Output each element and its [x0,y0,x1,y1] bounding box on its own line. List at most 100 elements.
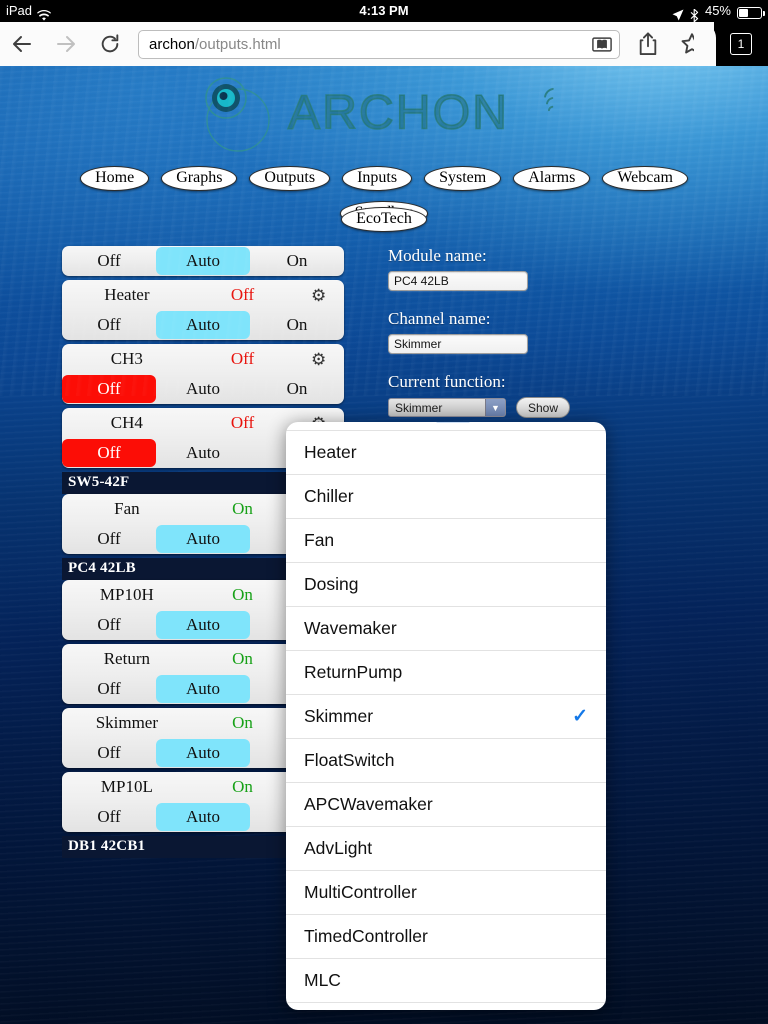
nav-item-alarms[interactable]: Alarms [513,166,591,191]
nav-item-webcam[interactable]: Webcam [602,166,688,191]
back-arrow-icon[interactable] [0,22,44,66]
mode-auto-button[interactable]: Auto [156,803,250,831]
output-state: On [232,499,253,518]
forward-arrow-icon[interactable] [44,22,88,66]
mode-on-button[interactable]: On [250,375,344,403]
secondary-navigation: EcoTech [0,207,768,232]
function-option-wavemaker[interactable]: Wavemaker [286,606,606,650]
output-state: On [232,777,253,796]
output-card-heater: Heater Off ⚙ Off Auto On [62,280,344,340]
output-name: CH4 [110,413,143,432]
output-state: On [232,649,253,668]
function-option-timedcontroller[interactable]: TimedController [286,914,606,958]
output-name: Skimmer [95,713,159,732]
option-label: APCWavemaker [304,794,433,814]
function-option-advlight[interactable]: AdvLight [286,826,606,870]
option-label: Skimmer [304,706,374,726]
location-arrow-icon [672,6,684,21]
reader-view-icon[interactable] [591,34,613,54]
current-function-select[interactable]: Skimmer ▼ [388,398,506,417]
mode-off-button[interactable]: Off [62,739,156,767]
output-name: MP10L [100,777,153,796]
url-input[interactable]: archon/outputs.html [138,29,620,59]
mode-auto-button[interactable]: Auto [156,375,250,403]
option-label: Heater [304,442,357,462]
module-name-input[interactable]: PC4 42LB [388,271,528,291]
gear-icon[interactable]: ⚙ [293,351,344,368]
function-option-skimmer[interactable]: Skimmer ✓ [286,694,606,738]
function-option-heater[interactable]: Heater [286,430,606,474]
option-label: Dosing [304,574,359,594]
mode-auto-button[interactable]: Auto [156,611,250,639]
show-button[interactable]: Show [516,397,571,418]
module-name-label: Module name: [388,246,487,265]
popover-bottom-spacer [286,1002,606,1010]
mode-off-button[interactable]: Off [62,803,156,831]
function-option-mlc[interactable]: MLC [286,958,606,1002]
nav-item-system[interactable]: System [424,166,502,191]
output-header-ch3: CH3 Off ⚙ [62,344,344,374]
checkmark-icon: ✓ [572,706,588,727]
mode-off-button[interactable]: Off [62,311,156,339]
mode-off-button[interactable]: Off [62,525,156,553]
output-name: Return [103,649,150,668]
option-label: MultiController [304,882,417,902]
channel-name-input[interactable]: Skimmer [388,334,528,354]
option-label: MLC [304,970,341,990]
archon-mark-icon [192,76,280,154]
reload-icon[interactable] [88,22,132,66]
output-name: CH3 [110,349,143,368]
mode-auto-button[interactable]: Auto [156,739,250,767]
gear-icon[interactable]: ⚙ [293,287,344,304]
output-name: Fan [114,499,140,518]
function-option-multicontroller[interactable]: MultiController [286,870,606,914]
option-label: Chiller [304,486,354,506]
archon-wordmark: ARCHON ARCHON [286,83,576,147]
function-option-floatswitch[interactable]: FloatSwitch [286,738,606,782]
nav-item-inputs[interactable]: Inputs [342,166,413,191]
option-label: Wavemaker [304,618,397,638]
option-label: Fan [304,530,335,550]
channel-settings-form: Module name: PC4 42LB Channel name: Skim… [388,246,688,418]
nav-item-graphs[interactable]: Graphs [161,166,238,191]
share-icon[interactable] [626,22,670,66]
output-mode-segments: Off Auto On [62,374,344,404]
current-function-row: Skimmer ▼ Show [388,397,688,418]
function-option-dosing[interactable]: Dosing [286,562,606,606]
output-state: Off [230,285,255,304]
nav-item-ecotech[interactable]: EcoTech [341,207,427,232]
mode-off-button[interactable]: Off [62,247,156,275]
mode-auto-button[interactable]: Auto [156,439,250,467]
mode-on-button[interactable]: On [250,311,344,339]
mode-auto-button[interactable]: Auto [156,247,250,275]
mode-auto-button[interactable]: Auto [156,311,250,339]
output-card-partial: Off Auto On [62,246,344,276]
function-option-returnpump[interactable]: ReturnPump [286,650,606,694]
mode-auto-button[interactable]: Auto [156,675,250,703]
mode-off-button[interactable]: Off [62,439,156,467]
option-label: FloatSwitch [304,750,395,770]
output-state: Off [230,413,255,432]
mode-off-button[interactable]: Off [62,611,156,639]
status-bar-right: 45% [672,0,765,22]
mode-auto-button[interactable]: Auto [156,525,250,553]
mode-off-button[interactable]: Off [62,375,156,403]
nav-item-outputs[interactable]: Outputs [249,166,331,191]
mode-off-button[interactable]: Off [62,675,156,703]
output-header-heater: Heater Off ⚙ [62,280,344,310]
function-option-fan[interactable]: Fan [286,518,606,562]
output-mode-segments: Off Auto On [62,310,344,340]
mode-on-button[interactable]: On [250,247,344,275]
svg-text:ARCHON: ARCHON [288,86,509,140]
battery-icon [737,7,765,19]
status-bar-clock: 4:13 PM [359,3,409,18]
chevron-down-icon[interactable]: ▼ [485,399,505,416]
current-function-label: Current function: [388,372,506,391]
function-option-apcwavemaker[interactable]: APCWavemaker [286,782,606,826]
function-picker-popover: Heater Chiller Fan Dosing Wavemaker Retu… [286,422,606,1010]
function-option-chiller[interactable]: Chiller [286,474,606,518]
option-label: TimedController [304,926,428,946]
output-name: Heater [104,285,150,304]
nav-item-home[interactable]: Home [80,166,150,191]
tab-overview-button[interactable]: 1 [694,22,768,66]
